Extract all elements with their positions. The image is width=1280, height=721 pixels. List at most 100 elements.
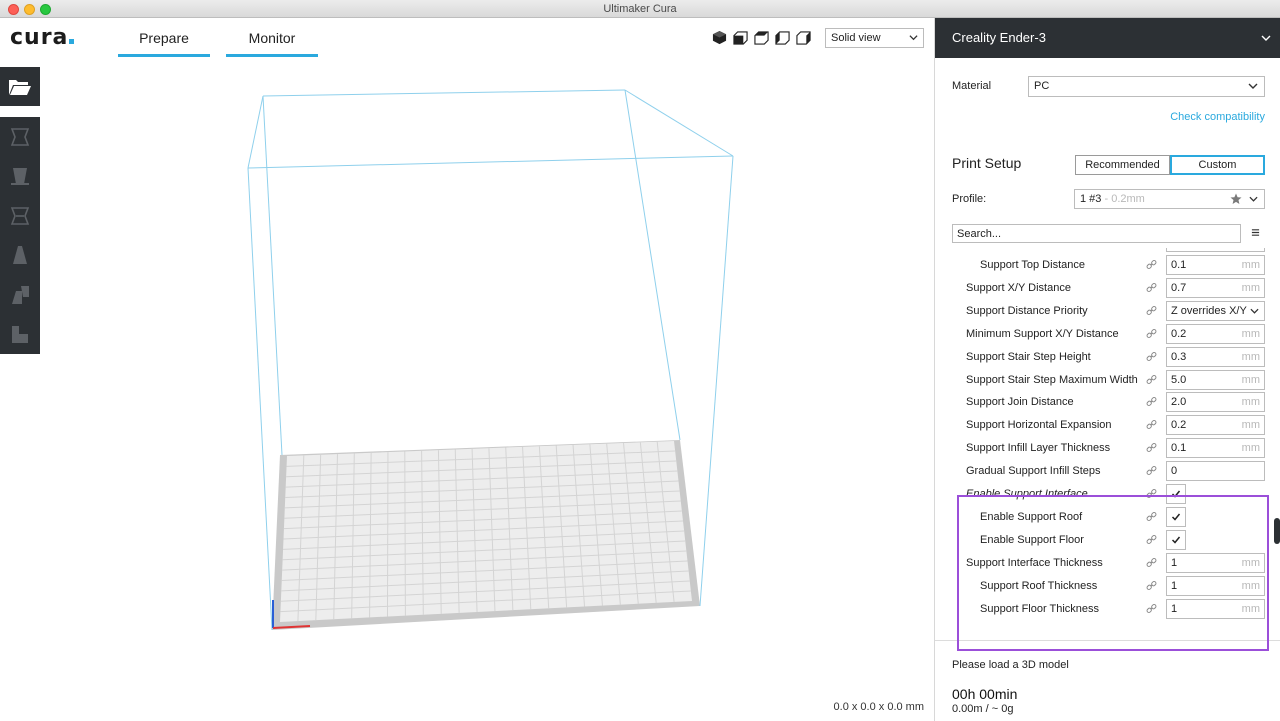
setting-value-field[interactable]: 0.3 mm xyxy=(1166,346,1265,367)
setting-unit: mm xyxy=(1241,419,1260,432)
rotate-tool-icon[interactable] xyxy=(8,204,32,228)
setting-value-field[interactable]: 0.1 mm xyxy=(1166,255,1265,275)
link-icon[interactable] xyxy=(1146,488,1157,499)
scale-tool-icon[interactable] xyxy=(8,164,32,188)
setting-value: 0.1 xyxy=(1171,259,1187,271)
setting-row: Support Horizontal Expansion 0.2 mm xyxy=(935,414,1280,437)
link-icon[interactable] xyxy=(1146,259,1157,270)
per-model-settings-icon[interactable] xyxy=(8,283,32,307)
link-icon[interactable] xyxy=(1146,328,1157,339)
link-icon[interactable] xyxy=(1146,442,1157,453)
recommended-mode-button[interactable]: Recommended xyxy=(1075,155,1170,175)
material-estimate: 0.00m / ~ 0g xyxy=(952,703,1014,715)
link-icon[interactable] xyxy=(1146,305,1157,316)
setting-value-field[interactable]: 0 xyxy=(1166,461,1265,482)
setting-select[interactable]: Z overrides X/Y xyxy=(1166,300,1265,321)
setting-value-field[interactable]: 1 mm xyxy=(1166,598,1265,619)
profile-select[interactable]: 1 #3 - 0.2mm xyxy=(1074,189,1265,209)
setting-value-field[interactable]: 0.2 mm xyxy=(1166,415,1265,436)
move-tool-icon[interactable] xyxy=(8,125,32,149)
open-file-button[interactable] xyxy=(0,67,40,106)
3d-viewport[interactable]: 0.0 x 0.0 x 0.0 mm xyxy=(0,60,934,721)
setting-unit: mm xyxy=(1241,350,1260,363)
link-icon[interactable] xyxy=(1146,396,1157,407)
setting-value-field[interactable]: 2.0 mm xyxy=(1166,392,1265,413)
tab-prepare[interactable]: Prepare xyxy=(118,18,210,57)
material-label: Material xyxy=(952,80,992,92)
model-dimensions: 0.0 x 0.0 x 0.0 mm xyxy=(833,701,924,713)
setting-value: Z overrides X/Y xyxy=(1171,304,1247,317)
link-icon[interactable] xyxy=(1146,511,1157,522)
right-view-icon[interactable] xyxy=(796,30,811,45)
view-mode-select[interactable]: Solid view xyxy=(825,28,924,48)
setting-label: Support Roof Thickness xyxy=(980,579,1098,592)
tab-monitor[interactable]: Monitor xyxy=(226,18,318,57)
setting-label: Support Top Distance xyxy=(980,259,1085,271)
setting-value-field[interactable]: 0.7 mm xyxy=(1166,277,1265,298)
setting-row: Gradual Support Infill Steps 0 xyxy=(935,460,1280,483)
setting-value-field[interactable]: 0.1 mm xyxy=(1166,438,1265,459)
setting-value: 0.1 xyxy=(1171,442,1187,455)
settings-scrollbar[interactable] xyxy=(1274,518,1280,544)
chevron-down-icon xyxy=(909,35,918,41)
link-icon[interactable] xyxy=(1146,351,1157,362)
setting-row: Support Roof Thickness 1 mm xyxy=(935,575,1280,598)
setting-checkbox[interactable] xyxy=(1166,484,1186,504)
print-time: 00h 00min xyxy=(952,686,1018,702)
print-estimate-panel: Please load a 3D model 00h 00min 0.00m /… xyxy=(935,640,1280,721)
setting-label: Support X/Y Distance xyxy=(966,281,1071,294)
material-select[interactable]: PC xyxy=(1028,76,1265,97)
setting-row: Enable Support Roof xyxy=(935,506,1280,529)
setting-value: 1 xyxy=(1171,579,1178,592)
setting-unit: mm xyxy=(1241,602,1260,615)
setting-unit: mm xyxy=(1241,373,1260,386)
setting-label: Gradual Support Infill Steps xyxy=(966,465,1101,478)
printer-name: Creality Ender-3 xyxy=(952,30,1046,45)
link-icon[interactable] xyxy=(1146,580,1157,591)
setting-value-field[interactable] xyxy=(1166,248,1265,252)
top-view-icon[interactable] xyxy=(754,30,769,45)
load-model-message: Please load a 3D model xyxy=(952,659,1069,671)
chevron-down-icon xyxy=(1261,35,1271,41)
profile-layer-height: - 0.2mm xyxy=(1101,193,1145,205)
link-icon[interactable] xyxy=(1146,282,1157,293)
link-icon[interactable] xyxy=(1146,465,1157,476)
setting-unit: mm xyxy=(1241,556,1260,569)
menu-icon[interactable] xyxy=(1251,228,1260,237)
setting-label: Support Horizontal Expansion xyxy=(966,419,1112,432)
link-icon[interactable] xyxy=(1146,534,1157,545)
printer-selector[interactable]: Creality Ender-3 xyxy=(935,18,1280,58)
setting-value-field[interactable]: 5.0 mm xyxy=(1166,369,1265,390)
setting-value: 2.0 xyxy=(1171,396,1187,409)
link-icon[interactable] xyxy=(1146,419,1157,430)
link-icon[interactable] xyxy=(1146,557,1157,568)
setting-value-field[interactable]: 1 mm xyxy=(1166,552,1265,573)
setting-value-field[interactable]: 0.2 mm xyxy=(1166,323,1265,344)
setting-label: Support Join Distance xyxy=(966,396,1074,409)
setting-checkbox[interactable] xyxy=(1166,506,1186,527)
setting-label: Minimum Support X/Y Distance xyxy=(966,327,1119,340)
settings-list[interactable]: Support Top Distance 0.1 mm Support X/Y Dis… xyxy=(935,248,1280,648)
left-view-icon[interactable] xyxy=(775,30,790,45)
setting-checkbox[interactable] xyxy=(1166,529,1186,550)
setting-value: 0.2 xyxy=(1171,327,1187,340)
setting-unit: mm xyxy=(1241,281,1260,294)
mirror-tool-icon[interactable] xyxy=(8,243,32,267)
settings-search-input[interactable] xyxy=(952,224,1241,243)
front-view-icon[interactable] xyxy=(733,30,748,45)
custom-mode-button[interactable]: Custom xyxy=(1170,155,1265,175)
setting-label: Enable Support Roof xyxy=(980,510,1083,523)
setting-label: Support Distance Priority xyxy=(966,304,1088,317)
check-compatibility-link[interactable]: Check compatibility xyxy=(1170,111,1265,123)
setting-unit: mm xyxy=(1241,442,1260,455)
settings-sidebar: Creality Ender-3 Material PC Check compa… xyxy=(934,18,1280,721)
star-icon[interactable] xyxy=(1230,193,1242,205)
link-icon[interactable] xyxy=(1146,603,1157,614)
link-icon[interactable] xyxy=(1146,374,1157,385)
support-blocker-icon[interactable] xyxy=(8,322,32,346)
3d-view-icon[interactable] xyxy=(712,30,727,45)
setting-row: Minimum Support X/Y Distance 0.2 mm xyxy=(935,323,1280,346)
setting-row: Support Infill Layer Thickness 0.1 mm xyxy=(935,437,1280,460)
setting-label: Enable Support Floor xyxy=(980,533,1084,546)
setting-value-field[interactable]: 1 mm xyxy=(1166,575,1265,596)
